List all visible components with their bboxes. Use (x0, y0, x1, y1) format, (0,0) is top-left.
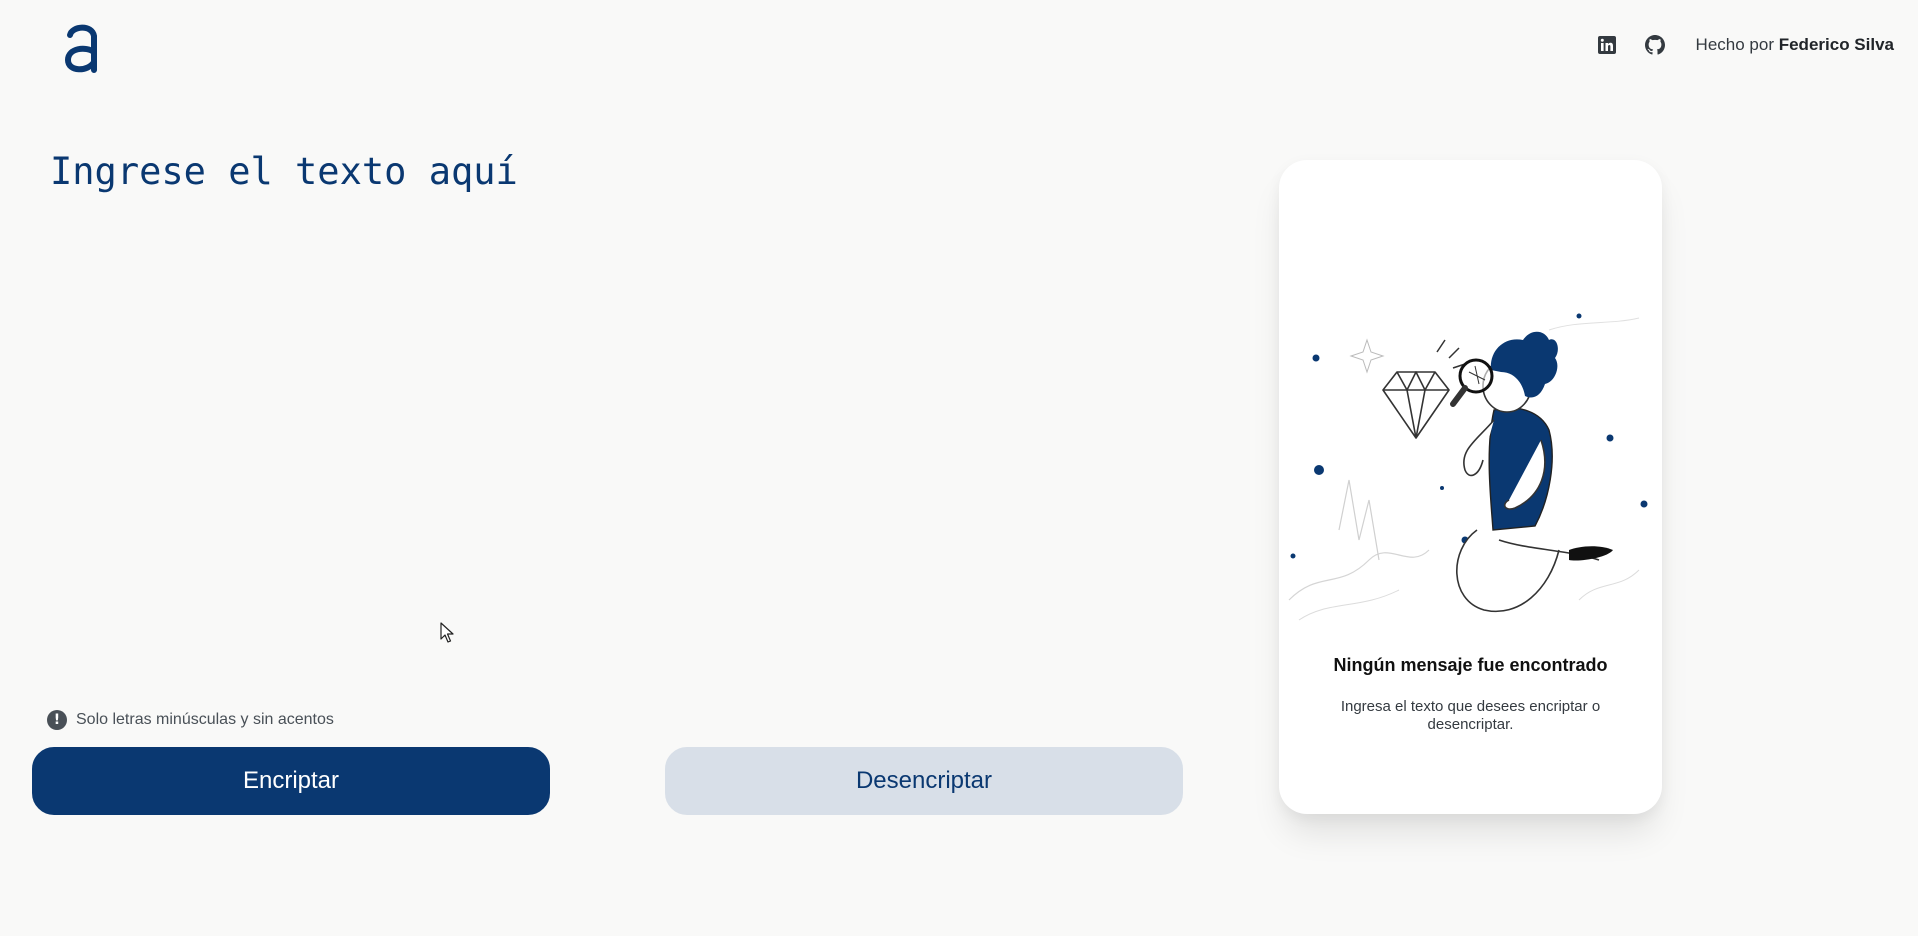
encrypt-button-label: Encriptar (242, 767, 340, 794)
empty-state-text: Ingresa el texto que desees encriptar o … (1340, 698, 1601, 733)
linkedin-icon[interactable] (1596, 34, 1618, 56)
text-input[interactable] (50, 150, 1170, 670)
page: Hecho por Federico Silva ! Solo letras m… (0, 0, 1918, 936)
author-name[interactable]: Federico Silva (1779, 35, 1894, 54)
mouse-cursor-icon (440, 622, 454, 644)
input-hint: ! Solo letras minúsculas y sin acentos (47, 710, 334, 730)
person-with-magnifier-diamond-illustration (1279, 300, 1662, 640)
alura-logo-icon[interactable] (62, 22, 102, 74)
output-card: Ningún mensaje fue encontrado Ingresa el… (1279, 160, 1662, 814)
hint-text: Solo letras minúsculas y sin acentos (76, 711, 334, 728)
decrypt-button[interactable]: Desencriptar (665, 747, 1183, 815)
credit-prefix: Hecho por (1695, 35, 1774, 54)
empty-state-title: Ningún mensaje fue encontrado (1333, 655, 1608, 675)
encrypt-button[interactable]: Encriptar (32, 747, 550, 815)
exclamation-circle-icon: ! (47, 710, 67, 730)
top-nav: Hecho por Federico Silva (1596, 34, 1894, 56)
author-credit: Hecho por Federico Silva (1696, 35, 1894, 55)
decrypt-button-label: Desencriptar (855, 767, 993, 794)
github-icon[interactable] (1644, 34, 1666, 56)
